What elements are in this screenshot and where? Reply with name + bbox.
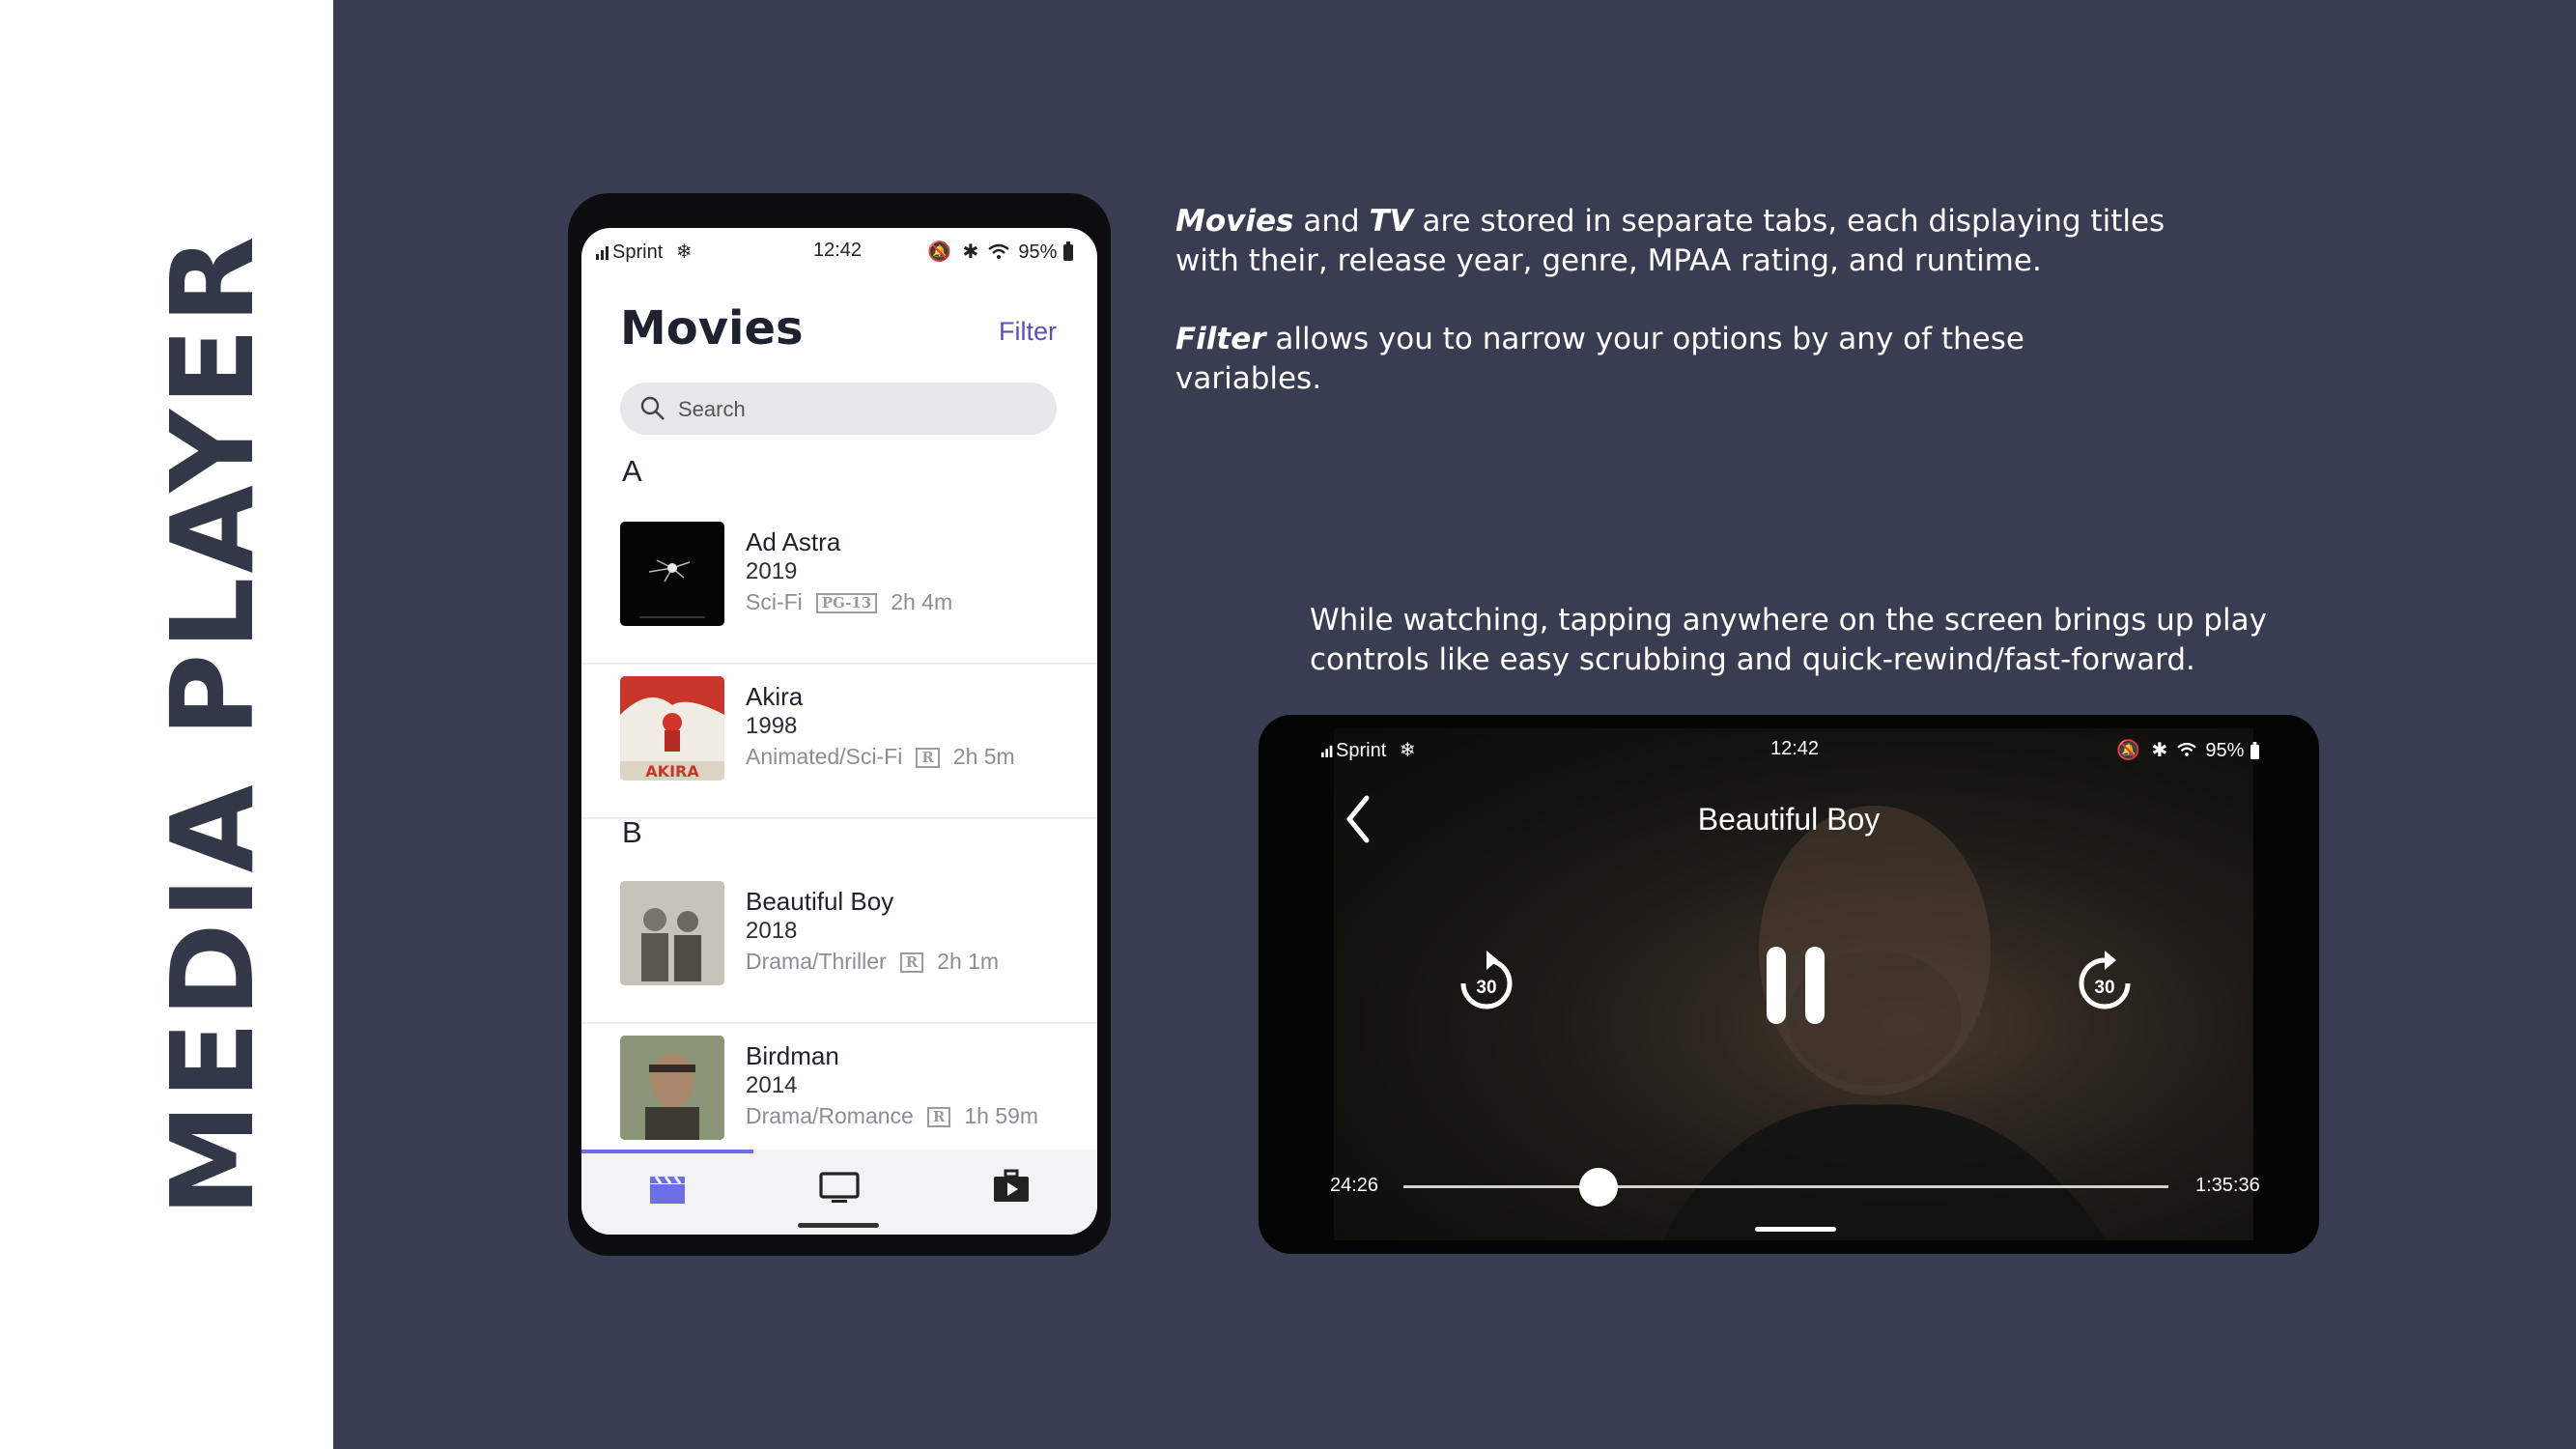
note-player: While watching, tapping anywhere on the … <box>1310 603 2267 677</box>
tab-tv[interactable] <box>753 1150 925 1235</box>
movie-year: 1998 <box>746 713 798 739</box>
section-header-a: A <box>622 454 642 488</box>
tab-library[interactable] <box>925 1150 1097 1235</box>
play-case-icon <box>994 1169 1029 1202</box>
movie-title: Beautiful Boy <box>746 887 894 916</box>
movie-meta: Drama/Thriller R 2h 1m <box>746 949 1000 974</box>
rating-badge: R <box>916 748 940 769</box>
tab-bar <box>581 1150 1097 1235</box>
movie-year: 2018 <box>746 918 798 944</box>
filter-button[interactable]: Filter <box>999 317 1057 347</box>
section-header-b: B <box>622 815 642 849</box>
note-em-movies: Movies <box>1175 204 1294 239</box>
clapperboard-icon <box>650 1176 685 1204</box>
movie-year: 2019 <box>746 558 798 584</box>
total-time: 1:35:36 <box>2195 1175 2260 1196</box>
scrub-track[interactable] <box>1403 1185 2168 1188</box>
player-status-icons: 🔕 ✱ 95% <box>2116 738 2260 762</box>
battery-percent: 95% <box>2205 740 2245 761</box>
bluetooth-icon: ✱ <box>962 242 979 263</box>
rating-badge: PG-13 <box>815 593 878 614</box>
battery-percent: 95% <box>1018 242 1058 263</box>
movies-screen: Sprint ❄ 12:42 🔕 ✱ 95% Movies Filter Sea… <box>581 228 1097 1235</box>
rewind-seconds: 30 <box>1476 978 1497 998</box>
tv-icon <box>819 1172 860 1203</box>
video-title: Beautiful Boy <box>1697 802 1881 837</box>
forward-seconds: 30 <box>2094 978 2115 998</box>
player-status-time: 12:42 <box>1770 738 1820 759</box>
poster-beautiful-boy <box>620 881 724 985</box>
search-placeholder: Search <box>678 397 746 421</box>
section-title: MEDIA PLAYER <box>146 232 279 1217</box>
pause-button[interactable] <box>1759 947 1832 1024</box>
movie-row[interactable]: Ad Astra 2019 Sci-Fi PG-13 2h 4m <box>581 510 1097 665</box>
signal-icon <box>1321 745 1333 757</box>
svg-text:AKIRA: AKIRA <box>645 762 699 781</box>
rating-badge: R <box>926 1107 951 1128</box>
note-em-tv: TV <box>1369 204 1413 239</box>
battery-icon <box>2250 742 2259 759</box>
movie-meta: Animated/Sci-Fi R 2h 5m <box>746 744 1015 769</box>
bell-off-icon: 🔕 <box>927 242 951 263</box>
page-title: Movies <box>620 301 804 355</box>
search-icon <box>640 396 665 420</box>
scrub-thumb[interactable] <box>1578 1168 1618 1207</box>
status-carrier: Sprint ❄ <box>595 240 693 269</box>
movie-title: Ad Astra <box>746 527 841 556</box>
status-time: 12:42 <box>813 240 863 261</box>
bluetooth-icon: ✱ <box>2151 740 2168 761</box>
active-tab-indicator <box>581 1150 753 1153</box>
movie-meta: Drama/Romance R 1h 59m <box>746 1103 1039 1128</box>
movie-row[interactable]: Beautiful Boy 2018 Drama/Thriller R 2h 1m <box>581 869 1097 1024</box>
movie-title: Akira <box>746 682 804 711</box>
elapsed-time: 24:26 <box>1330 1175 1379 1196</box>
poster-birdman <box>620 1036 724 1140</box>
battery-icon <box>1062 242 1073 261</box>
movie-title: Birdman <box>746 1041 839 1070</box>
phone-frame: Sprint ❄ 12:42 🔕 ✱ 95% Movies Filter Sea… <box>568 193 1111 1256</box>
poster-ad-astra <box>620 522 724 626</box>
rewind-button[interactable]: 30 <box>1458 947 1515 1014</box>
player-phone-frame: Sprint ❄ 12:42 🔕 ✱ 95% Beautiful Boy 30 … <box>1259 715 2319 1254</box>
search-input[interactable]: Search <box>620 383 1057 435</box>
movie-meta: Sci-Fi PG-13 2h 4m <box>746 589 953 614</box>
home-indicator <box>1755 1227 1836 1232</box>
side-panel: MEDIA PLAYER <box>0 0 333 1449</box>
wifi-icon <box>2177 742 2196 756</box>
note-em-filter: Filter <box>1175 322 1266 356</box>
note-filter: Filter allows you to narrow your options… <box>1175 322 2024 396</box>
tab-movies[interactable] <box>581 1150 753 1235</box>
wifi-icon <box>988 243 1009 259</box>
snowflake-icon: ❄ <box>1399 740 1416 761</box>
player-status-carrier: Sprint ❄ <box>1320 738 1416 762</box>
bell-off-icon: 🔕 <box>2116 740 2140 761</box>
poster-akira: AKIRA <box>620 676 724 781</box>
snowflake-icon: ❄ <box>675 242 693 263</box>
movie-year: 2014 <box>746 1072 798 1098</box>
pause-icon <box>1767 947 1825 1024</box>
note-tabs: Movies and TV are stored in separate tab… <box>1175 204 2166 278</box>
home-indicator <box>798 1223 879 1228</box>
status-icons: 🔕 ✱ 95% <box>927 240 1074 269</box>
rating-badge: R <box>899 952 924 974</box>
forward-button[interactable]: 30 <box>2076 947 2134 1014</box>
movie-row[interactable]: AKIRA Akira 1998 Animated/Sci-Fi R 2h 5m <box>581 665 1097 819</box>
signal-icon <box>596 246 609 260</box>
